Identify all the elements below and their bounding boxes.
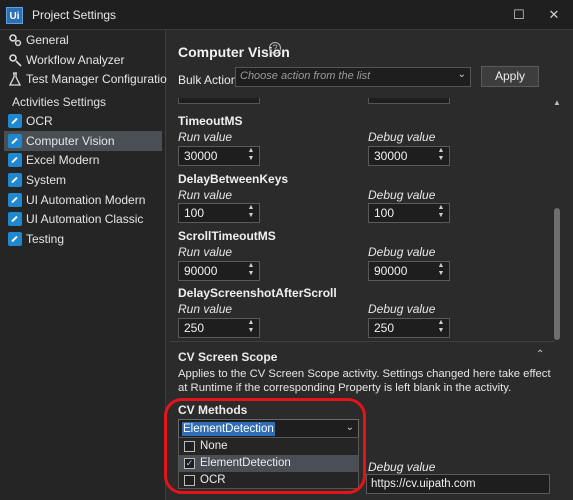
- title-bar: Ui Project Settings ☐ ✕: [0, 0, 573, 30]
- bulk-action-label: Bulk Action: [178, 73, 238, 87]
- apply-button[interactable]: Apply: [481, 66, 539, 87]
- activity-arrow-icon: [8, 153, 22, 167]
- run-value-stepper[interactable]: 90000 ▲ ▼: [178, 261, 260, 281]
- sidebar-item-label: Computer Vision: [26, 134, 115, 148]
- sidebar-item-label: Workflow Analyzer: [26, 53, 125, 67]
- chevron-up-icon[interactable]: ⌃: [536, 349, 544, 360]
- annotation-highlight-ring: [164, 398, 366, 494]
- setting-name: DelayScreenshotAfterScroll: [178, 286, 337, 300]
- spin-arrows-icon[interactable]: ▲ ▼: [436, 319, 446, 335]
- section-description: Applies to the CV Screen Scope activity.…: [178, 368, 551, 394]
- section-title: CV Screen Scope: [178, 350, 278, 364]
- run-value-label: Run value: [178, 245, 233, 259]
- sidebar-item-ocr[interactable]: OCR: [4, 111, 162, 131]
- close-icon[interactable]: ✕: [543, 5, 565, 25]
- run-value-stepper[interactable]: 100 ▲ ▼: [178, 203, 260, 223]
- scrolled-value-box: [368, 98, 450, 104]
- sidebar-item-ui-automation-modern[interactable]: UI Automation Modern: [4, 190, 162, 210]
- uipath-logo-icon: Ui: [6, 7, 23, 24]
- sidebar-item-label: UI Automation Modern: [26, 193, 146, 207]
- sidebar: General Workflow Analyzer Test Manager C…: [0, 30, 173, 500]
- spin-arrows-icon[interactable]: ▲ ▼: [246, 204, 256, 220]
- debug-value-label: Debug value: [368, 460, 436, 474]
- debug-value-label: Debug value: [368, 130, 436, 144]
- flask-icon: [8, 72, 22, 86]
- server-url-value: https://cv.uipath.com: [371, 478, 476, 490]
- spin-arrows-icon[interactable]: ▲ ▼: [436, 204, 446, 220]
- sidebar-item-label: General: [26, 33, 69, 47]
- setting-name: TimeoutMS: [178, 114, 243, 128]
- debug-value: 100: [374, 206, 395, 220]
- bulk-action-placeholder: Choose action from the list: [240, 70, 371, 82]
- sidebar-item-system[interactable]: System: [4, 170, 162, 190]
- spin-arrows-icon[interactable]: ▲ ▼: [246, 147, 256, 163]
- help-icon[interactable]: ?: [269, 42, 281, 54]
- analyzer-icon: [9, 54, 22, 67]
- setting-name: DelayBetweenKeys: [178, 172, 289, 186]
- setting-name: ScrollTimeoutMS: [178, 229, 276, 243]
- activity-arrow-icon: [8, 193, 22, 207]
- activity-arrow-icon: [8, 114, 22, 128]
- debug-value-label: Debug value: [368, 302, 436, 316]
- server-debug-url-input[interactable]: https://cv.uipath.com: [366, 474, 550, 494]
- scroll-up-icon[interactable]: ▲: [552, 98, 562, 107]
- spin-arrows-icon[interactable]: ▲ ▼: [436, 147, 446, 163]
- spin-arrows-icon[interactable]: ▲ ▼: [246, 319, 256, 335]
- activity-arrow-icon: [8, 232, 22, 246]
- maximize-icon[interactable]: ☐: [508, 5, 530, 25]
- chevron-down-icon: ⌄: [457, 69, 466, 80]
- scrollbar[interactable]: ▲: [552, 98, 562, 458]
- sidebar-item-ui-automation-classic[interactable]: UI Automation Classic: [4, 209, 162, 229]
- spin-arrows-icon[interactable]: ▲ ▼: [246, 262, 256, 278]
- run-value-stepper[interactable]: 30000 ▲ ▼: [178, 146, 260, 166]
- sidebar-section-heading: Activities Settings: [12, 95, 107, 109]
- run-value-label: Run value: [178, 302, 233, 316]
- gears-icon: [9, 34, 22, 47]
- run-value-stepper[interactable]: 250 ▲ ▼: [178, 318, 260, 338]
- sidebar-item-label: Testing: [26, 232, 65, 246]
- run-value-label: Run value: [178, 188, 233, 202]
- scrollbar-thumb[interactable]: [554, 208, 560, 340]
- debug-value-stepper[interactable]: 90000 ▲ ▼: [368, 261, 450, 281]
- sidebar-item-label: UI Automation Classic: [26, 212, 144, 226]
- sidebar-item-label: Test Manager Configuration: [26, 72, 174, 86]
- debug-value-stepper[interactable]: 250 ▲ ▼: [368, 318, 450, 338]
- debug-value-label: Debug value: [368, 188, 436, 202]
- run-value-label: Run value: [178, 130, 233, 144]
- debug-value: 90000: [374, 264, 408, 278]
- debug-value-stepper[interactable]: 30000 ▲ ▼: [368, 146, 450, 166]
- run-value: 30000: [184, 149, 218, 163]
- sidebar-item-workflow-analyzer[interactable]: Workflow Analyzer: [4, 50, 162, 70]
- activity-arrow-icon: [8, 212, 22, 226]
- sidebar-item-excel-modern[interactable]: Excel Modern: [4, 150, 162, 170]
- sidebar-item-general[interactable]: General: [4, 30, 162, 50]
- scrolled-value-box: [178, 98, 260, 104]
- debug-value: 30000: [374, 149, 408, 163]
- debug-value: 250: [374, 321, 395, 335]
- debug-value-stepper[interactable]: 100 ▲ ▼: [368, 203, 450, 223]
- sidebar-item-testing[interactable]: Testing: [4, 229, 162, 249]
- sidebar-item-label: System: [26, 173, 67, 187]
- activity-arrow-icon: [8, 173, 22, 187]
- activity-arrow-icon: [8, 134, 22, 148]
- window-title: Project Settings: [32, 8, 117, 22]
- run-value: 90000: [184, 264, 218, 278]
- sidebar-item-test-manager[interactable]: Test Manager Configuration: [4, 69, 173, 89]
- run-value: 250: [184, 321, 205, 335]
- bulk-action-select[interactable]: Choose action from the list ⌄: [235, 67, 471, 87]
- spin-arrows-icon[interactable]: ▲ ▼: [436, 262, 446, 278]
- sidebar-item-computer-vision[interactable]: Computer Vision: [4, 131, 162, 151]
- sidebar-item-label: OCR: [26, 114, 53, 128]
- sidebar-item-label: Excel Modern: [26, 153, 100, 167]
- run-value: 100: [184, 206, 205, 220]
- debug-value-label: Debug value: [368, 245, 436, 259]
- section-divider: [170, 341, 555, 342]
